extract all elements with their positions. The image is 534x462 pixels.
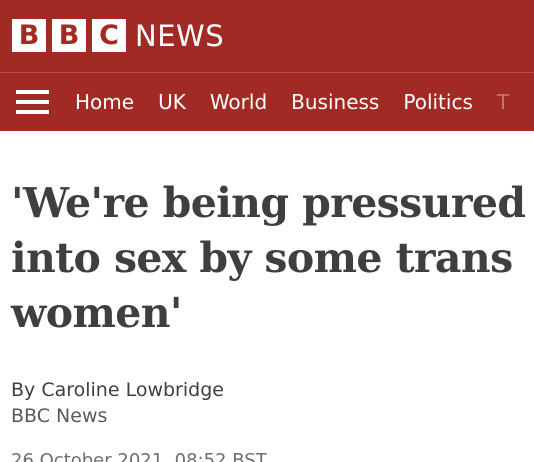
logo-letter: B xyxy=(12,19,46,52)
article-timestamp: 26 October 2021, 08:52 BST xyxy=(11,450,267,462)
article-headline: 'We're being pressured into sex by some … xyxy=(11,179,526,337)
nav-items: Home UK World Business Politics T xyxy=(75,73,509,131)
bbc-logo[interactable]: B B C xyxy=(12,19,126,52)
nav-item-home[interactable]: Home xyxy=(75,89,134,115)
nav-item-overflow[interactable]: T xyxy=(497,89,509,115)
nav-item-world[interactable]: World xyxy=(210,89,267,115)
nav-item-uk[interactable]: UK xyxy=(158,89,186,115)
hamburger-menu-icon[interactable] xyxy=(16,90,49,114)
logo-letter: C xyxy=(92,19,126,52)
logo-letter: B xyxy=(52,19,86,52)
article-source: BBC News xyxy=(11,405,108,427)
nav-item-business[interactable]: Business xyxy=(291,89,379,115)
nav-item-politics[interactable]: Politics xyxy=(403,89,473,115)
article-byline: By Caroline Lowbridge xyxy=(11,379,224,401)
news-wordmark[interactable]: NEWS xyxy=(135,17,224,55)
site-header: B B C NEWS xyxy=(0,0,534,72)
nav-bar: Home UK World Business Politics T xyxy=(0,72,534,131)
